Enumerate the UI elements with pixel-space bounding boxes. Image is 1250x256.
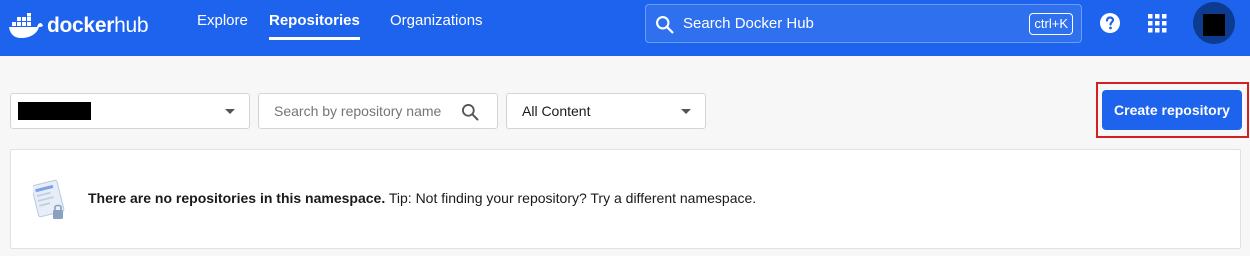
search-icon xyxy=(656,16,674,34)
nav-repositories-label: Repositories xyxy=(269,12,360,29)
docker-hub-logo[interactable]: dockerhub xyxy=(8,11,149,41)
chevron-down-icon xyxy=(225,109,235,114)
content-filter-value: All Content xyxy=(522,103,591,119)
content-filter-select[interactable]: All Content xyxy=(506,93,706,129)
empty-state-panel: There are no repositories in this namesp… xyxy=(10,149,1241,249)
nav-organizations[interactable]: Organizations xyxy=(390,0,483,56)
top-nav-bar: dockerhub Explore Repositories Organizat… xyxy=(0,0,1250,56)
search-shortcut-hint: ctrl+K xyxy=(1029,13,1073,35)
empty-state-tip: Tip: Not finding your repository? Try a … xyxy=(388,190,757,206)
create-repository-button[interactable]: Create repository xyxy=(1102,90,1242,130)
empty-state-message: There are no repositories in this namesp… xyxy=(88,150,756,246)
nav-repositories[interactable]: Repositories xyxy=(269,0,360,56)
namespace-value-redacted xyxy=(18,102,91,120)
nav-explore[interactable]: Explore xyxy=(197,0,248,56)
user-menu-button[interactable] xyxy=(1193,2,1235,44)
global-search-box[interactable]: Search Docker Hub ctrl+K xyxy=(645,4,1082,43)
repository-search-box[interactable] xyxy=(258,93,498,129)
chevron-down-icon xyxy=(681,109,691,114)
apps-grid-icon[interactable] xyxy=(1148,14,1167,33)
docker-whale-icon xyxy=(9,13,43,38)
avatar xyxy=(1203,14,1225,36)
search-icon[interactable] xyxy=(460,102,480,122)
empty-state-title: There are no repositories in this namesp… xyxy=(88,190,386,206)
active-tab-indicator xyxy=(269,37,360,40)
empty-repo-illustration xyxy=(33,179,65,219)
brand-name: dockerhub xyxy=(47,14,149,37)
help-icon[interactable] xyxy=(1099,12,1121,34)
namespace-select[interactable] xyxy=(10,93,250,129)
repository-search-input[interactable] xyxy=(260,95,455,127)
global-search-placeholder: Search Docker Hub xyxy=(683,15,814,32)
